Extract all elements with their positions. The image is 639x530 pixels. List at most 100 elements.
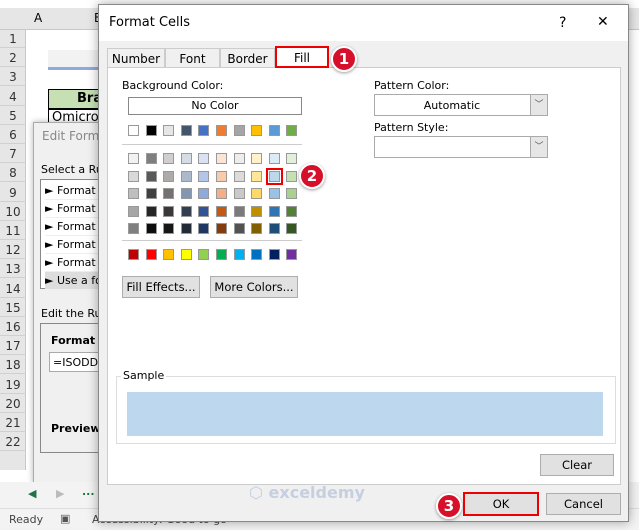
tint-color-swatch[interactable] (233, 223, 245, 234)
standard-color-swatch[interactable] (251, 249, 263, 260)
scroll-right-icon[interactable]: ▶ (56, 487, 64, 500)
close-icon[interactable]: ✕ (597, 14, 609, 30)
theme-color-swatch[interactable] (128, 125, 139, 136)
standard-color-swatch[interactable] (198, 249, 210, 260)
theme-color-swatch[interactable] (286, 125, 298, 136)
tint-color-swatch[interactable] (198, 223, 210, 234)
standard-color-swatch[interactable] (180, 249, 192, 260)
standard-color-swatch[interactable] (163, 249, 175, 260)
tint-color-swatch[interactable] (251, 223, 263, 234)
theme-color-swatch[interactable] (268, 125, 280, 136)
tint-color-swatch[interactable] (251, 188, 263, 199)
help-button[interactable]: ? (559, 15, 566, 31)
tint-color-swatch[interactable] (145, 170, 157, 182)
fill-effects-button[interactable]: Fill Effects... (122, 276, 200, 298)
row-number[interactable]: 15 (0, 299, 26, 317)
pattern-color-dropdown[interactable]: Automatic ﹀ (374, 94, 548, 116)
row-number[interactable]: 19 (0, 376, 26, 394)
tint-color-swatch[interactable] (216, 223, 227, 234)
theme-color-swatch[interactable] (145, 125, 157, 136)
tab-fill[interactable]: Fill (275, 46, 329, 68)
row-number[interactable]: 1 (0, 30, 26, 48)
tint-color-swatch[interactable] (128, 205, 139, 217)
theme-color-swatch[interactable] (251, 125, 263, 136)
row-number[interactable]: 14 (0, 280, 26, 298)
clear-button[interactable]: Clear (540, 454, 614, 476)
tint-color-swatch[interactable] (198, 170, 210, 182)
tint-color-swatch[interactable] (268, 223, 280, 234)
tint-color-swatch[interactable] (286, 170, 298, 182)
tint-color-swatch[interactable] (128, 170, 139, 182)
chevron-down-icon[interactable]: ﹀ (530, 137, 547, 157)
tint-color-swatch[interactable] (251, 205, 263, 217)
ok-button[interactable]: OK (463, 492, 539, 516)
tint-color-swatch[interactable] (128, 188, 139, 199)
tint-color-swatch[interactable] (233, 188, 245, 199)
tint-color-swatch[interactable] (268, 188, 280, 199)
tint-color-swatch[interactable] (286, 153, 298, 164)
tint-color-swatch[interactable] (163, 205, 175, 217)
row-number[interactable]: 18 (0, 356, 26, 375)
tint-color-swatch[interactable] (251, 153, 263, 164)
tint-color-swatch[interactable] (286, 188, 298, 199)
row-number[interactable]: 10 (0, 203, 26, 221)
row-number[interactable]: 8 (0, 164, 26, 183)
tint-color-swatch[interactable] (251, 170, 263, 182)
theme-color-swatch[interactable] (216, 125, 227, 136)
row-number[interactable]: 6 (0, 126, 26, 144)
more-colors-button[interactable]: More Colors... (210, 276, 298, 298)
tint-color-swatch[interactable] (233, 205, 245, 217)
tint-color-swatch[interactable] (128, 223, 139, 234)
scroll-left-icon[interactable]: ◀ (28, 487, 36, 500)
tint-color-swatch[interactable] (180, 223, 192, 234)
standard-color-swatch[interactable] (286, 249, 298, 260)
tint-color-swatch[interactable] (180, 205, 192, 217)
tint-color-swatch[interactable] (198, 153, 210, 164)
tint-color-swatch[interactable] (163, 188, 175, 199)
standard-color-swatch[interactable] (233, 249, 245, 260)
row-number[interactable]: 3 (0, 68, 26, 87)
tab-border[interactable]: Border (220, 48, 275, 68)
theme-color-swatch[interactable] (233, 125, 245, 136)
row-number[interactable]: 11 (0, 222, 26, 240)
tint-color-swatch[interactable] (268, 205, 280, 217)
tint-color-swatch[interactable] (163, 223, 175, 234)
theme-color-swatch[interactable] (163, 125, 175, 136)
chevron-down-icon[interactable]: ﹀ (530, 95, 547, 115)
tint-color-swatch[interactable] (128, 153, 139, 164)
theme-color-swatch[interactable] (180, 125, 192, 136)
standard-color-swatch[interactable] (216, 249, 227, 260)
tint-color-swatch[interactable] (198, 205, 210, 217)
tint-color-swatch[interactable] (163, 153, 175, 164)
tint-color-swatch[interactable] (286, 223, 298, 234)
tint-color-swatch[interactable] (180, 153, 192, 164)
row-number[interactable]: 22 (0, 433, 26, 452)
tint-color-swatch[interactable] (145, 205, 157, 217)
more-sheets-button[interactable]: ... (82, 485, 95, 498)
tab-number[interactable]: Number (107, 48, 165, 68)
tint-color-swatch[interactable] (198, 188, 210, 199)
tint-color-swatch[interactable] (216, 153, 227, 164)
tint-color-swatch[interactable] (145, 223, 157, 234)
tint-color-swatch[interactable] (145, 188, 157, 199)
row-number[interactable]: 7 (0, 145, 26, 164)
row-number[interactable]: 12 (0, 241, 26, 260)
column-a[interactable]: A (34, 11, 42, 25)
standard-color-swatch[interactable] (268, 249, 280, 260)
tab-font[interactable]: Font (165, 48, 220, 68)
tint-color-swatch[interactable] (216, 188, 227, 199)
standard-color-swatch[interactable] (145, 249, 157, 260)
theme-color-swatch[interactable] (198, 125, 210, 136)
tint-color-swatch[interactable] (180, 170, 192, 182)
row-number[interactable]: 2 (0, 49, 26, 68)
tint-color-swatch[interactable] (163, 170, 175, 182)
row-number[interactable]: 5 (0, 107, 26, 125)
row-number[interactable]: 13 (0, 260, 26, 279)
row-number[interactable]: 21 (0, 414, 26, 432)
tint-color-swatch[interactable] (233, 153, 245, 164)
tint-color-swatch[interactable] (145, 153, 157, 164)
row-number[interactable]: 20 (0, 395, 26, 413)
tint-color-swatch[interactable] (216, 170, 227, 182)
standard-color-swatch[interactable] (128, 249, 139, 260)
tint-color-swatch[interactable] (268, 153, 280, 164)
